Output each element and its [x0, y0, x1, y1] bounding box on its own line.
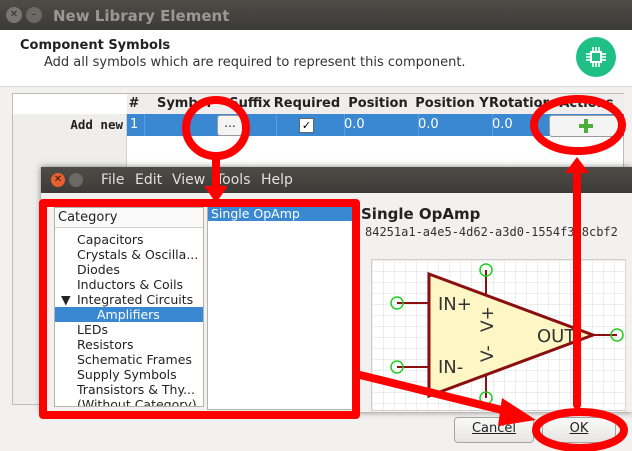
column-header-position-y[interactable]: Position Y	[415, 94, 490, 115]
category-item-label: Amplifiers	[97, 307, 160, 322]
menu-edit[interactable]: Edit	[135, 172, 162, 188]
row-header-add-new-symbol: Add new symbol:	[13, 114, 127, 154]
pin-label-v-minus: V-	[478, 345, 498, 362]
position-y-cell[interactable]: 0.0	[415, 114, 493, 136]
category-item[interactable]: Inductors & Coils	[77, 277, 183, 292]
category-item[interactable]: LEDs	[77, 322, 108, 337]
category-item[interactable]: Schematic Frames	[77, 352, 192, 367]
symbol-chooser-dialog: ✕ File Edit View Tools Help Category Cap…	[41, 167, 632, 412]
pin-label-out: OUT	[537, 326, 576, 347]
selected-symbol-uuid: 84251a1-a4e5-4d62-a3d0-1554f3f8cbf2	[365, 225, 618, 239]
category-header[interactable]: Category	[55, 208, 203, 228]
add-symbol-button[interactable]	[549, 115, 623, 137]
pin-label-v-plus: V+	[478, 306, 498, 332]
rotation-cell[interactable]: 0.0	[489, 114, 553, 136]
pin-label-in-minus: IN-	[438, 357, 463, 378]
menu-help[interactable]: Help	[261, 172, 293, 188]
category-item[interactable]: Resistors	[77, 337, 134, 352]
ok-button[interactable]: OK	[542, 417, 616, 443]
window-titlebar: ✕ – New Library Element	[0, 0, 632, 30]
page-title: Component Symbols	[20, 38, 171, 53]
symbol-list[interactable]: Single OpAmp	[207, 205, 356, 410]
symbol-preview: IN+ IN- OUT V+ V-	[371, 259, 627, 412]
required-checkbox[interactable]: ✓	[299, 118, 314, 133]
column-header-required[interactable]: Required	[273, 94, 342, 115]
close-icon[interactable]: ✕	[6, 7, 22, 23]
plus-icon	[579, 119, 593, 133]
symbol-list-item[interactable]: Single OpAmp	[208, 206, 356, 221]
close-icon[interactable]: ✕	[51, 173, 65, 187]
selected-symbol-title: Single OpAmp	[361, 205, 481, 223]
suffix-cell[interactable]	[227, 114, 277, 136]
cancel-button[interactable]: Cancel	[454, 417, 534, 443]
category-tree[interactable]: Category Capacitors Crystals & Oscilla..…	[54, 207, 204, 407]
category-item[interactable]: Integrated Circuits	[77, 292, 193, 307]
chip-icon	[576, 37, 616, 77]
minimize-icon[interactable]: –	[26, 7, 42, 23]
pin-label-in-plus: IN+	[438, 294, 472, 315]
column-header-symbol[interactable]: Symbol	[141, 94, 228, 115]
position-x-cell[interactable]: 0.0	[341, 114, 419, 136]
category-item[interactable]: Transistors & Thy...	[77, 382, 195, 397]
column-header-number[interactable]: #	[127, 94, 142, 115]
column-header-actions[interactable]: Actions	[549, 94, 624, 115]
category-item[interactable]: (Without Category)	[77, 397, 197, 406]
category-item[interactable]: Capacitors	[77, 232, 144, 247]
dialog-titlebar: ✕ File Edit View Tools Help	[41, 167, 632, 193]
column-header-position-x[interactable]: Position X	[341, 94, 416, 131]
category-item[interactable]: Diodes	[77, 262, 120, 277]
ok-button-label: OK	[569, 421, 589, 436]
page-subtitle: Add all symbols which are required to re…	[44, 55, 466, 70]
menu-tools[interactable]: Tools	[216, 172, 251, 188]
menu-file[interactable]: File	[101, 172, 124, 188]
cancel-button-label: Cancel	[471, 421, 517, 436]
minimize-icon[interactable]	[69, 173, 83, 187]
column-header-suffix[interactable]: Suffix	[227, 94, 274, 115]
table-row[interactable]: 1 ... ✓ 0.0 0.0 0.0	[127, 114, 624, 137]
window-title: New Library Element	[53, 7, 230, 25]
chevron-down-icon[interactable]: ▼	[61, 292, 73, 307]
category-item[interactable]: Crystals & Oscilla...	[77, 247, 198, 262]
menu-view[interactable]: View	[172, 172, 205, 188]
column-header-rotation[interactable]: Rotation	[489, 94, 552, 115]
category-item[interactable]: Supply Symbols	[77, 367, 177, 382]
